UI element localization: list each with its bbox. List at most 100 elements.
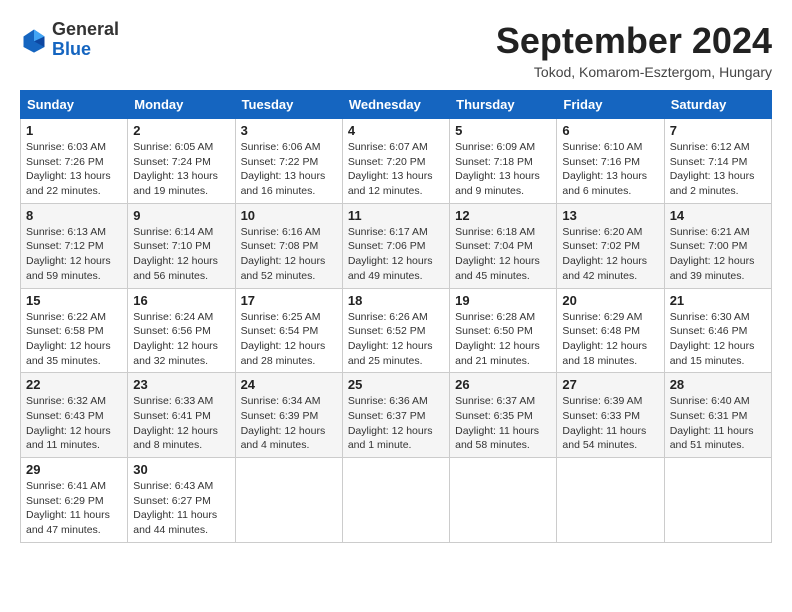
calendar-cell [450,458,557,543]
day-number: 2 [133,123,229,138]
calendar-cell: 3Sunrise: 6:06 AM Sunset: 7:22 PM Daylig… [235,119,342,204]
calendar-cell: 4 Sunrise: 6:07 AM Sunset: 7:20 PM Daylig… [342,119,449,204]
day-number: 27 [562,377,658,392]
calendar-cell: 27Sunrise: 6:39 AM Sunset: 6:33 PM Dayli… [557,373,664,458]
calendar-cell: 30 Sunrise: 6:43 AM Sunset: 6:27 PM Dayli… [128,458,235,543]
day-number: 14 [670,208,766,223]
calendar-cell: 13 Sunrise: 6:20 AM Sunset: 7:02 PM Dayli… [557,203,664,288]
column-header-tuesday: Tuesday [235,91,342,119]
day-number: 30 [133,462,229,477]
day-detail: Sunrise: 6:24 AM Sunset: 6:56 PM Dayligh… [133,310,229,369]
calendar-cell: 16 Sunrise: 6:24 AM Sunset: 6:56 PM Dayli… [128,288,235,373]
calendar-cell: 28 Sunrise: 6:40 AM Sunset: 6:31 PM Dayli… [664,373,771,458]
day-number: 18 [348,293,444,308]
day-number: 4 [348,123,444,138]
day-detail: Sunrise: 6:21 AM Sunset: 7:00 PM Dayligh… [670,225,766,284]
calendar-cell: 10Sunrise: 6:16 AM Sunset: 7:08 PM Dayli… [235,203,342,288]
day-number: 8 [26,208,122,223]
day-detail: Sunrise: 6:43 AM Sunset: 6:27 PM Dayligh… [133,479,229,538]
calendar-cell: 8 Sunrise: 6:13 AM Sunset: 7:12 PM Daylig… [21,203,128,288]
calendar-cell: 6Sunrise: 6:10 AM Sunset: 7:16 PM Daylig… [557,119,664,204]
day-detail: Sunrise: 6:14 AM Sunset: 7:10 PM Dayligh… [133,225,229,284]
calendar-header-row: SundayMondayTuesdayWednesdayThursdayFrid… [21,91,772,119]
day-detail: Sunrise: 6:34 AM Sunset: 6:39 PM Dayligh… [241,394,337,453]
calendar-cell: 29 Sunrise: 6:41 AM Sunset: 6:29 PM Dayli… [21,458,128,543]
day-detail: Sunrise: 6:33 AM Sunset: 6:41 PM Dayligh… [133,394,229,453]
day-number: 19 [455,293,551,308]
day-detail: Sunrise: 6:18 AM Sunset: 7:04 PM Dayligh… [455,225,551,284]
logo-blue: Blue [52,40,119,60]
calendar-cell [557,458,664,543]
calendar-cell: 12 Sunrise: 6:18 AM Sunset: 7:04 PM Dayli… [450,203,557,288]
day-number: 21 [670,293,766,308]
day-number: 11 [348,208,444,223]
calendar-subtitle: Tokod, Komarom-Esztergom, Hungary [496,64,772,80]
day-number: 7 [670,123,766,138]
calendar-cell [664,458,771,543]
calendar-cell: 9 Sunrise: 6:14 AM Sunset: 7:10 PM Daylig… [128,203,235,288]
day-detail: Sunrise: 6:41 AM Sunset: 6:29 PM Dayligh… [26,479,122,538]
calendar-cell: 25 Sunrise: 6:36 AM Sunset: 6:37 PM Dayli… [342,373,449,458]
day-number: 28 [670,377,766,392]
calendar-cell: 7 Sunrise: 6:12 AM Sunset: 7:14 PM Daylig… [664,119,771,204]
calendar-cell: 1 Sunrise: 6:03 AM Sunset: 7:26 PM Daylig… [21,119,128,204]
day-detail: Sunrise: 6:32 AM Sunset: 6:43 PM Dayligh… [26,394,122,453]
day-detail: Sunrise: 6:07 AM Sunset: 7:20 PM Dayligh… [348,140,444,199]
logo-general: General [52,20,119,40]
day-number: 1 [26,123,122,138]
day-number: 26 [455,377,551,392]
calendar-title: September 2024 [496,20,772,62]
day-detail: Sunrise: 6:30 AM Sunset: 6:46 PM Dayligh… [670,310,766,369]
day-number: 5 [455,123,551,138]
day-number: 24 [241,377,337,392]
day-number: 12 [455,208,551,223]
calendar-week-5: 29 Sunrise: 6:41 AM Sunset: 6:29 PM Dayli… [21,458,772,543]
day-detail: Sunrise: 6:12 AM Sunset: 7:14 PM Dayligh… [670,140,766,199]
day-detail: Sunrise: 6:09 AM Sunset: 7:18 PM Dayligh… [455,140,551,199]
day-detail: Sunrise: 6:20 AM Sunset: 7:02 PM Dayligh… [562,225,658,284]
day-number: 29 [26,462,122,477]
day-detail: Sunrise: 6:25 AM Sunset: 6:54 PM Dayligh… [241,310,337,369]
calendar-cell: 15 Sunrise: 6:22 AM Sunset: 6:58 PM Dayli… [21,288,128,373]
day-number: 25 [348,377,444,392]
day-number: 13 [562,208,658,223]
day-detail: Sunrise: 6:05 AM Sunset: 7:24 PM Dayligh… [133,140,229,199]
column-header-saturday: Saturday [664,91,771,119]
day-number: 22 [26,377,122,392]
day-detail: Sunrise: 6:26 AM Sunset: 6:52 PM Dayligh… [348,310,444,369]
day-number: 3 [241,123,337,138]
logo-icon [20,26,48,54]
day-detail: Sunrise: 6:10 AM Sunset: 7:16 PM Dayligh… [562,140,658,199]
calendar-week-4: 22 Sunrise: 6:32 AM Sunset: 6:43 PM Dayli… [21,373,772,458]
calendar-cell: 14 Sunrise: 6:21 AM Sunset: 7:00 PM Dayli… [664,203,771,288]
day-detail: Sunrise: 6:22 AM Sunset: 6:58 PM Dayligh… [26,310,122,369]
day-detail: Sunrise: 6:36 AM Sunset: 6:37 PM Dayligh… [348,394,444,453]
day-detail: Sunrise: 6:40 AM Sunset: 6:31 PM Dayligh… [670,394,766,453]
calendar-cell: 11Sunrise: 6:17 AM Sunset: 7:06 PM Dayli… [342,203,449,288]
calendar-week-1: 1 Sunrise: 6:03 AM Sunset: 7:26 PM Daylig… [21,119,772,204]
day-number: 16 [133,293,229,308]
column-header-sunday: Sunday [21,91,128,119]
calendar-week-2: 8 Sunrise: 6:13 AM Sunset: 7:12 PM Daylig… [21,203,772,288]
day-number: 17 [241,293,337,308]
calendar-cell: 5 Sunrise: 6:09 AM Sunset: 7:18 PM Daylig… [450,119,557,204]
calendar-cell: 26Sunrise: 6:37 AM Sunset: 6:35 PM Dayli… [450,373,557,458]
calendar-cell: 24 Sunrise: 6:34 AM Sunset: 6:39 PM Dayli… [235,373,342,458]
calendar-week-3: 15 Sunrise: 6:22 AM Sunset: 6:58 PM Dayli… [21,288,772,373]
column-header-friday: Friday [557,91,664,119]
day-number: 15 [26,293,122,308]
calendar-cell: 2 Sunrise: 6:05 AM Sunset: 7:24 PM Daylig… [128,119,235,204]
day-number: 10 [241,208,337,223]
day-number: 20 [562,293,658,308]
day-detail: Sunrise: 6:03 AM Sunset: 7:26 PM Dayligh… [26,140,122,199]
logo: General Blue [20,20,119,60]
calendar-cell: 21 Sunrise: 6:30 AM Sunset: 6:46 PM Dayli… [664,288,771,373]
calendar-cell: 18 Sunrise: 6:26 AM Sunset: 6:52 PM Dayli… [342,288,449,373]
calendar-cell [235,458,342,543]
calendar-cell [342,458,449,543]
calendar-cell: 17 Sunrise: 6:25 AM Sunset: 6:54 PM Dayli… [235,288,342,373]
calendar-cell: 19Sunrise: 6:28 AM Sunset: 6:50 PM Dayli… [450,288,557,373]
day-number: 9 [133,208,229,223]
day-detail: Sunrise: 6:13 AM Sunset: 7:12 PM Dayligh… [26,225,122,284]
calendar-cell: 20Sunrise: 6:29 AM Sunset: 6:48 PM Dayli… [557,288,664,373]
